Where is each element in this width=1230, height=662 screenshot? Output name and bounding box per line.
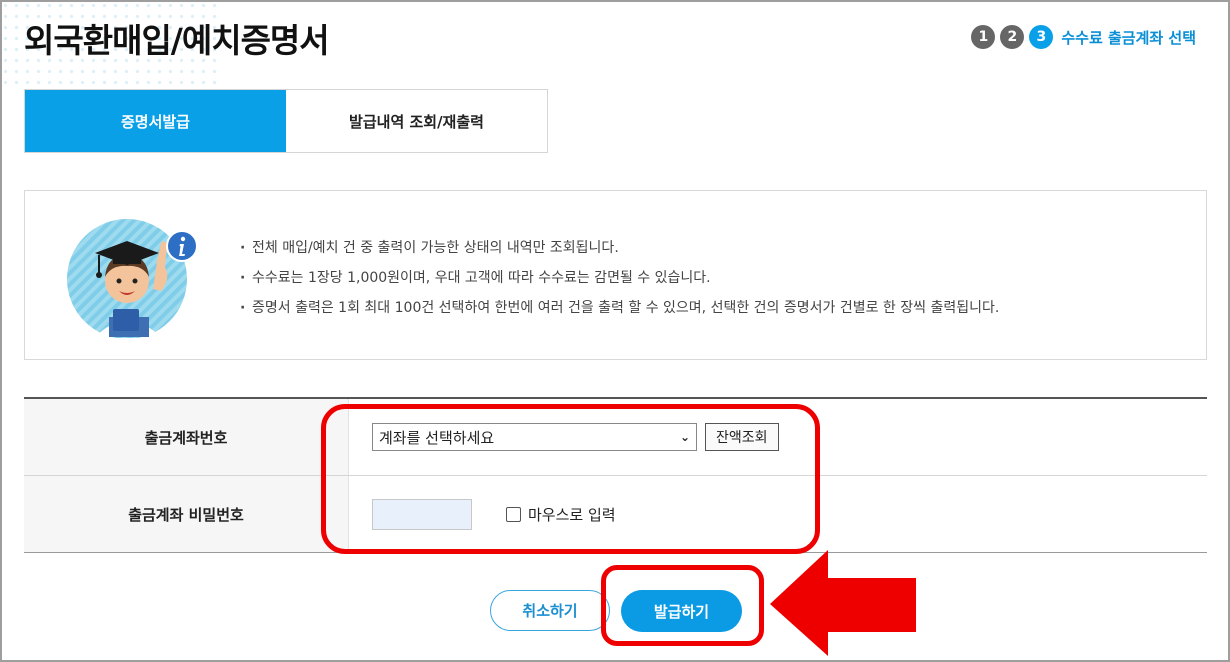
tab-issue-certificate[interactable]: 증명서발급: [25, 90, 286, 152]
red-arrow-icon: [770, 550, 916, 656]
step-1: 1: [971, 25, 996, 49]
step-indicator: 1 2 3 수수료 출금계좌 선택: [971, 25, 1196, 49]
notice-box: 전체 매입/예치 건 중 출력이 가능한 상태의 내역만 조회됩니다. 수수료는…: [24, 190, 1207, 360]
notice-item: 수수료는 1장당 1,000원이며, 우대 고객에 따라 수수료는 감면될 수 …: [240, 263, 999, 293]
step-3-current: 3: [1029, 25, 1054, 49]
tab-bar: 증명서발급 발급내역 조회/재출력: [24, 89, 548, 153]
notice-list: 전체 매입/예치 건 중 출력이 가능한 상태의 내역만 조회됩니다. 수수료는…: [240, 233, 999, 323]
tab-issue-history[interactable]: 발급내역 조회/재출력: [286, 90, 547, 152]
highlight-box-form: [321, 404, 820, 554]
password-label: 출금계좌 비밀번호: [24, 476, 349, 552]
notice-item: 전체 매입/예치 건 중 출력이 가능한 상태의 내역만 조회됩니다.: [240, 233, 999, 263]
notice-item: 증명서 출력은 1회 최대 100건 선택하여 한번에 여러 건을 출력 할 수…: [240, 293, 999, 323]
page-title: 외국환매입/예치증명서: [24, 21, 330, 60]
account-label: 출금계좌번호: [24, 399, 349, 475]
info-icon: [166, 230, 198, 262]
current-step-label: 수수료 출금계좌 선택: [1061, 28, 1196, 47]
cancel-button[interactable]: 취소하기: [490, 590, 610, 631]
step-2: 2: [1000, 25, 1025, 49]
highlight-box-issue-button: [601, 565, 764, 646]
